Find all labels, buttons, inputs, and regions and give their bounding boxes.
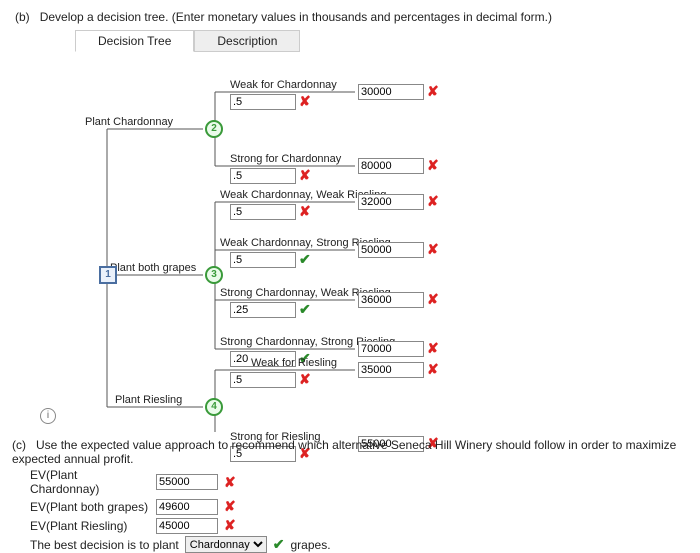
mark-payoff-weak-ries: ✘ bbox=[427, 361, 439, 378]
mark-prob-wc-wr: ✘ bbox=[299, 203, 311, 220]
tab-description[interactable]: Description bbox=[194, 30, 300, 52]
best-decision-text-a: The best decision is to plant bbox=[30, 538, 179, 552]
mark-prob-weak-chard: ✘ bbox=[299, 93, 311, 110]
prob-weak-chard[interactable] bbox=[230, 94, 296, 110]
decision-node-1: 1 bbox=[99, 266, 117, 284]
label-plant-chardonnay: Plant Chardonnay bbox=[85, 116, 173, 128]
mark-payoff-strong-chard: ✘ bbox=[427, 157, 439, 174]
ev-both-input[interactable] bbox=[156, 499, 218, 515]
mark-prob-wc-sr: ✔ bbox=[299, 251, 311, 268]
label-weak-chard: Weak for Chardonnay bbox=[230, 79, 337, 91]
best-decision-select[interactable]: Chardonnay bbox=[185, 536, 267, 553]
mark-best-decision: ✔ bbox=[273, 536, 285, 553]
payoff-wc-wr[interactable] bbox=[358, 194, 424, 210]
mark-payoff-sc-sr: ✘ bbox=[427, 340, 439, 357]
part-c-prompt: Use the expected value approach to recom… bbox=[12, 438, 676, 466]
prob-sc-wr[interactable] bbox=[230, 302, 296, 318]
ev-ries-input[interactable] bbox=[156, 518, 218, 534]
mark-payoff-weak-chard: ✘ bbox=[427, 83, 439, 100]
ev-both-label: EV(Plant both grapes) bbox=[30, 500, 150, 514]
mark-prob-strong-chard: ✘ bbox=[299, 167, 311, 184]
part-b-prompt: Develop a decision tree. (Enter monetary… bbox=[40, 10, 552, 24]
payoff-wc-sr[interactable] bbox=[358, 242, 424, 258]
decision-tree: Plant Chardonnay Plant both grapes Plant… bbox=[55, 52, 685, 422]
prob-weak-ries[interactable] bbox=[230, 372, 296, 388]
ev-ries-label: EV(Plant Riesling) bbox=[30, 519, 150, 533]
mark-payoff-sc-wr: ✘ bbox=[427, 291, 439, 308]
prob-wc-sr[interactable] bbox=[230, 252, 296, 268]
mark-ev-ries: ✘ bbox=[224, 517, 236, 534]
chance-node-2: 2 bbox=[205, 120, 223, 138]
chance-node-4: 4 bbox=[205, 398, 223, 416]
tab-decision-tree[interactable]: Decision Tree bbox=[75, 30, 194, 52]
payoff-weak-ries[interactable] bbox=[358, 362, 424, 378]
mark-ev-chard: ✘ bbox=[224, 474, 236, 491]
label-strong-chard: Strong for Chardonnay bbox=[230, 153, 341, 165]
payoff-weak-chard[interactable] bbox=[358, 84, 424, 100]
payoff-sc-wr[interactable] bbox=[358, 292, 424, 308]
payoff-sc-sr[interactable] bbox=[358, 341, 424, 357]
label-weak-ries: Weak for Riesling bbox=[251, 357, 337, 369]
payoff-strong-chard[interactable] bbox=[358, 158, 424, 174]
ev-chard-label: EV(Plant Chardonnay) bbox=[30, 468, 150, 496]
best-decision-text-b: grapes. bbox=[291, 538, 331, 552]
part-c-label: (c) bbox=[12, 438, 26, 452]
label-plant-riesling: Plant Riesling bbox=[115, 394, 182, 406]
mark-prob-sc-wr: ✔ bbox=[299, 301, 311, 318]
ev-chard-input[interactable] bbox=[156, 474, 218, 490]
tabs: Decision Tree Description bbox=[75, 30, 685, 52]
mark-prob-weak-ries: ✘ bbox=[299, 371, 311, 388]
prob-strong-chard[interactable] bbox=[230, 168, 296, 184]
part-b-label: (b) bbox=[15, 10, 30, 24]
label-plant-both: Plant both grapes bbox=[110, 262, 196, 274]
prob-wc-wr[interactable] bbox=[230, 204, 296, 220]
mark-payoff-wc-sr: ✘ bbox=[427, 241, 439, 258]
mark-ev-both: ✘ bbox=[224, 498, 236, 515]
chance-node-3: 3 bbox=[205, 266, 223, 284]
info-icon[interactable]: i bbox=[40, 408, 56, 424]
mark-payoff-wc-wr: ✘ bbox=[427, 193, 439, 210]
